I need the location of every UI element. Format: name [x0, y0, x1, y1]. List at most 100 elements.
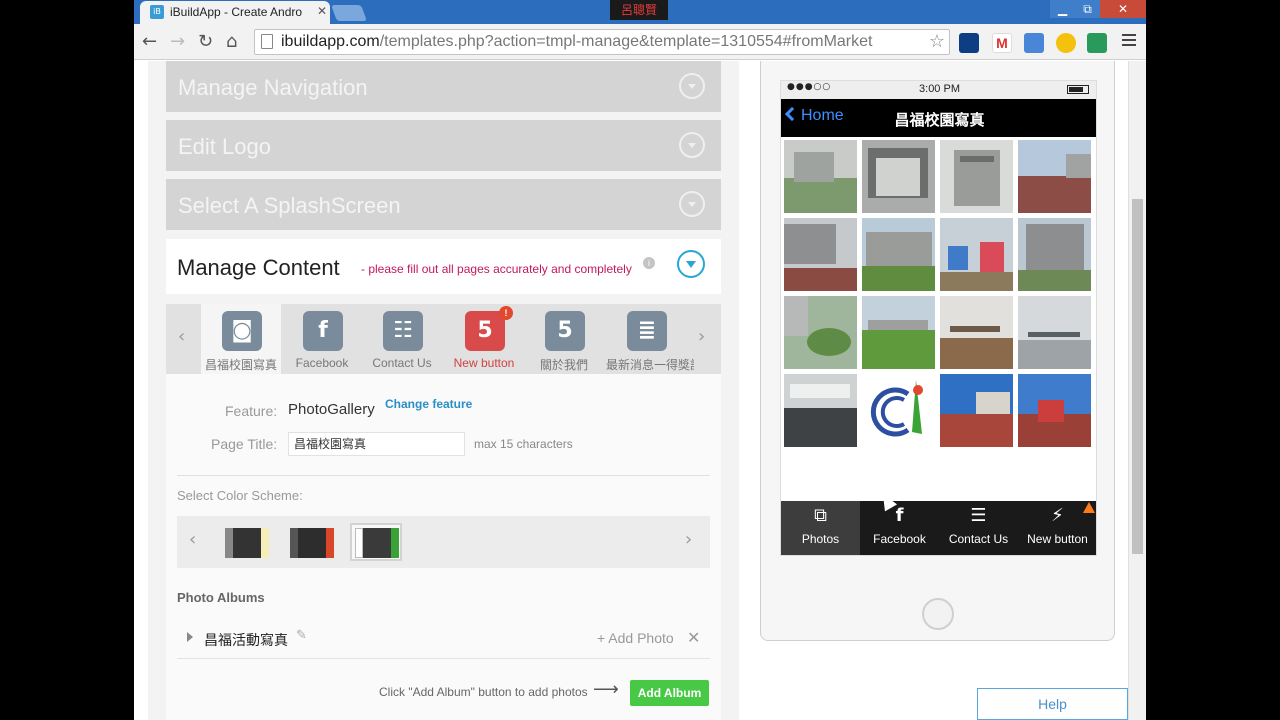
camera-icon: ◙: [222, 311, 262, 351]
expand-icon[interactable]: [679, 73, 705, 99]
html5-icon: 5: [465, 311, 505, 351]
forward-button[interactable]: →: [170, 31, 185, 52]
back-button[interactable]: ←: [142, 31, 157, 52]
page-content: Manage Navigation Edit Logo Select A Spl…: [134, 61, 1146, 720]
photo-thumbnail[interactable]: [1018, 296, 1091, 369]
phone-tab-photos[interactable]: ⧉ Photos: [781, 501, 860, 555]
extension-weather-icon[interactable]: [1056, 33, 1076, 53]
feature-tab-photos[interactable]: ◙ 昌福校園寫真: [201, 304, 281, 374]
phone-tab-bar: ⧉ Photos f Facebook ☰ Contact Us ⚡ New b…: [781, 501, 1096, 555]
feature-tab-about[interactable]: 5 關於我們: [524, 304, 604, 374]
translate-icon[interactable]: [1024, 33, 1044, 53]
page-icon: [261, 34, 273, 49]
extension-calendar-green-icon[interactable]: [1087, 33, 1107, 53]
facebook-icon: f: [895, 505, 904, 526]
scheme-next-arrow[interactable]: ›: [685, 529, 692, 550]
color-scheme-swatch-selected[interactable]: [350, 523, 402, 561]
title-bar: iB iBuildApp - Create Andro ✕ 呂聰賢 ▁ ⧉ ✕: [134, 0, 1146, 24]
phone-tab-new-button[interactable]: ⚡ New button: [1018, 501, 1096, 555]
photo-thumbnail[interactable]: [940, 296, 1013, 369]
add-photo-link[interactable]: + Add Photo: [597, 630, 674, 646]
reload-button[interactable]: ↻: [198, 31, 213, 52]
photo-thumbnail[interactable]: [862, 140, 935, 213]
close-window-button[interactable]: ✕: [1100, 0, 1146, 18]
divider: [177, 475, 710, 476]
color-scheme-swatch[interactable]: [285, 523, 337, 561]
warning-badge-icon: !: [499, 306, 513, 320]
browser-toolbar: ← → ↻ ⌂ ibuildapp.com/templates.php?acti…: [134, 24, 1146, 60]
photo-thumbnail[interactable]: [1018, 374, 1091, 447]
page-scrollbar[interactable]: [1128, 61, 1146, 720]
school-logo-thumbnail[interactable]: [862, 374, 935, 447]
info-icon[interactable]: i: [643, 257, 655, 269]
edit-pencil-icon[interactable]: ✎: [296, 628, 307, 643]
new-tab-button[interactable]: [331, 5, 367, 21]
delete-album-icon[interactable]: ✕: [687, 628, 700, 647]
gmail-icon[interactable]: M: [992, 33, 1012, 53]
feature-tab-label: 關於我們: [539, 358, 588, 372]
phone-tab-contact[interactable]: ☰ Contact Us: [939, 501, 1018, 555]
feature-tab-label: New button: [453, 356, 515, 370]
tab-title: iBuildApp - Create Andro: [170, 5, 303, 19]
section-title: Edit Logo: [178, 134, 271, 159]
section-manage-navigation[interactable]: Manage Navigation: [166, 61, 721, 112]
photo-thumbnail[interactable]: [940, 218, 1013, 291]
section-edit-logo[interactable]: Edit Logo: [166, 120, 721, 171]
photo-thumbnail[interactable]: [862, 296, 935, 369]
browser-window: iB iBuildApp - Create Andro ✕ 呂聰賢 ▁ ⧉ ✕ …: [134, 0, 1146, 720]
photo-thumbnail[interactable]: [940, 374, 1013, 447]
expand-icon[interactable]: [679, 132, 705, 158]
maximize-button[interactable]: ⧉: [1075, 0, 1100, 18]
feature-tab-new-button[interactable]: 5 ! New button: [444, 304, 524, 374]
photo-thumbnail[interactable]: [784, 296, 857, 369]
phone-nav-bar: Home 昌福校園寫真: [781, 99, 1096, 137]
photo-thumbnail[interactable]: [784, 374, 857, 447]
arrow-right-icon: ⟶: [593, 679, 619, 700]
expand-triangle-icon[interactable]: [187, 632, 193, 642]
page-title-input[interactable]: 昌福校園寫真: [288, 432, 465, 456]
status-time: 3:00 PM: [919, 83, 960, 95]
document-icon: ≣: [627, 311, 667, 351]
photos-icon: ⧉: [814, 505, 827, 526]
address-bar[interactable]: ibuildapp.com/templates.php?action=tmpl-…: [254, 29, 950, 55]
photo-grid: [784, 140, 1096, 452]
browser-tab[interactable]: iB iBuildApp - Create Andro ✕: [140, 1, 330, 24]
add-album-button[interactable]: Add Album: [630, 680, 709, 706]
phone-home-button[interactable]: [922, 598, 954, 630]
chrome-menu-icon[interactable]: [1122, 34, 1136, 46]
tabs-next-arrow[interactable]: ›: [698, 326, 705, 347]
expand-icon[interactable]: [679, 191, 705, 217]
feature-tab-news[interactable]: ≣ 最新消息一得獎記錄: [606, 304, 694, 374]
close-tab-icon[interactable]: ✕: [317, 4, 327, 18]
feature-tab-facebook[interactable]: f Facebook: [282, 304, 362, 374]
scrollbar-thumb[interactable]: [1132, 199, 1143, 554]
help-button[interactable]: Help: [977, 688, 1128, 720]
photo-thumbnail[interactable]: [862, 218, 935, 291]
collapse-icon[interactable]: [677, 250, 705, 278]
bookmark-star-icon[interactable]: ☆: [929, 31, 945, 52]
photo-thumbnail[interactable]: [1018, 218, 1091, 291]
photo-thumbnail[interactable]: [784, 218, 857, 291]
scheme-prev-arrow[interactable]: ‹: [189, 529, 196, 550]
user-name-tag: 呂聰賢: [610, 0, 668, 20]
feature-tab-label: Facebook: [295, 356, 349, 370]
photo-thumbnail[interactable]: [940, 140, 1013, 213]
photo-thumbnail[interactable]: [784, 140, 857, 213]
color-scheme-label: Select Color Scheme:: [177, 488, 303, 503]
photo-thumbnail[interactable]: [1018, 140, 1091, 213]
album-row[interactable]: 昌福活動寫真 ✎ + Add Photo ✕: [177, 619, 710, 659]
color-scheme-swatch[interactable]: [220, 523, 272, 561]
url-text: ibuildapp.com/templates.php?action=tmpl-…: [281, 33, 873, 50]
feature-value: PhotoGallery: [288, 401, 375, 418]
extension-calendar-icon[interactable]: [959, 33, 979, 53]
section-splashscreen[interactable]: Select A SplashScreen: [166, 179, 721, 230]
feature-label: Feature:: [225, 403, 278, 419]
home-button[interactable]: ⌂: [226, 31, 237, 52]
contact-icon: ☰: [970, 505, 987, 526]
feature-tab-contact[interactable]: ☷ Contact Us: [362, 304, 442, 374]
change-feature-link[interactable]: Change feature: [385, 397, 472, 411]
minimize-button[interactable]: ▁: [1050, 0, 1075, 18]
phone-tab-facebook[interactable]: f Facebook: [860, 501, 939, 555]
section-title: Manage Navigation: [178, 75, 368, 100]
tabs-prev-arrow[interactable]: ‹: [178, 326, 185, 347]
